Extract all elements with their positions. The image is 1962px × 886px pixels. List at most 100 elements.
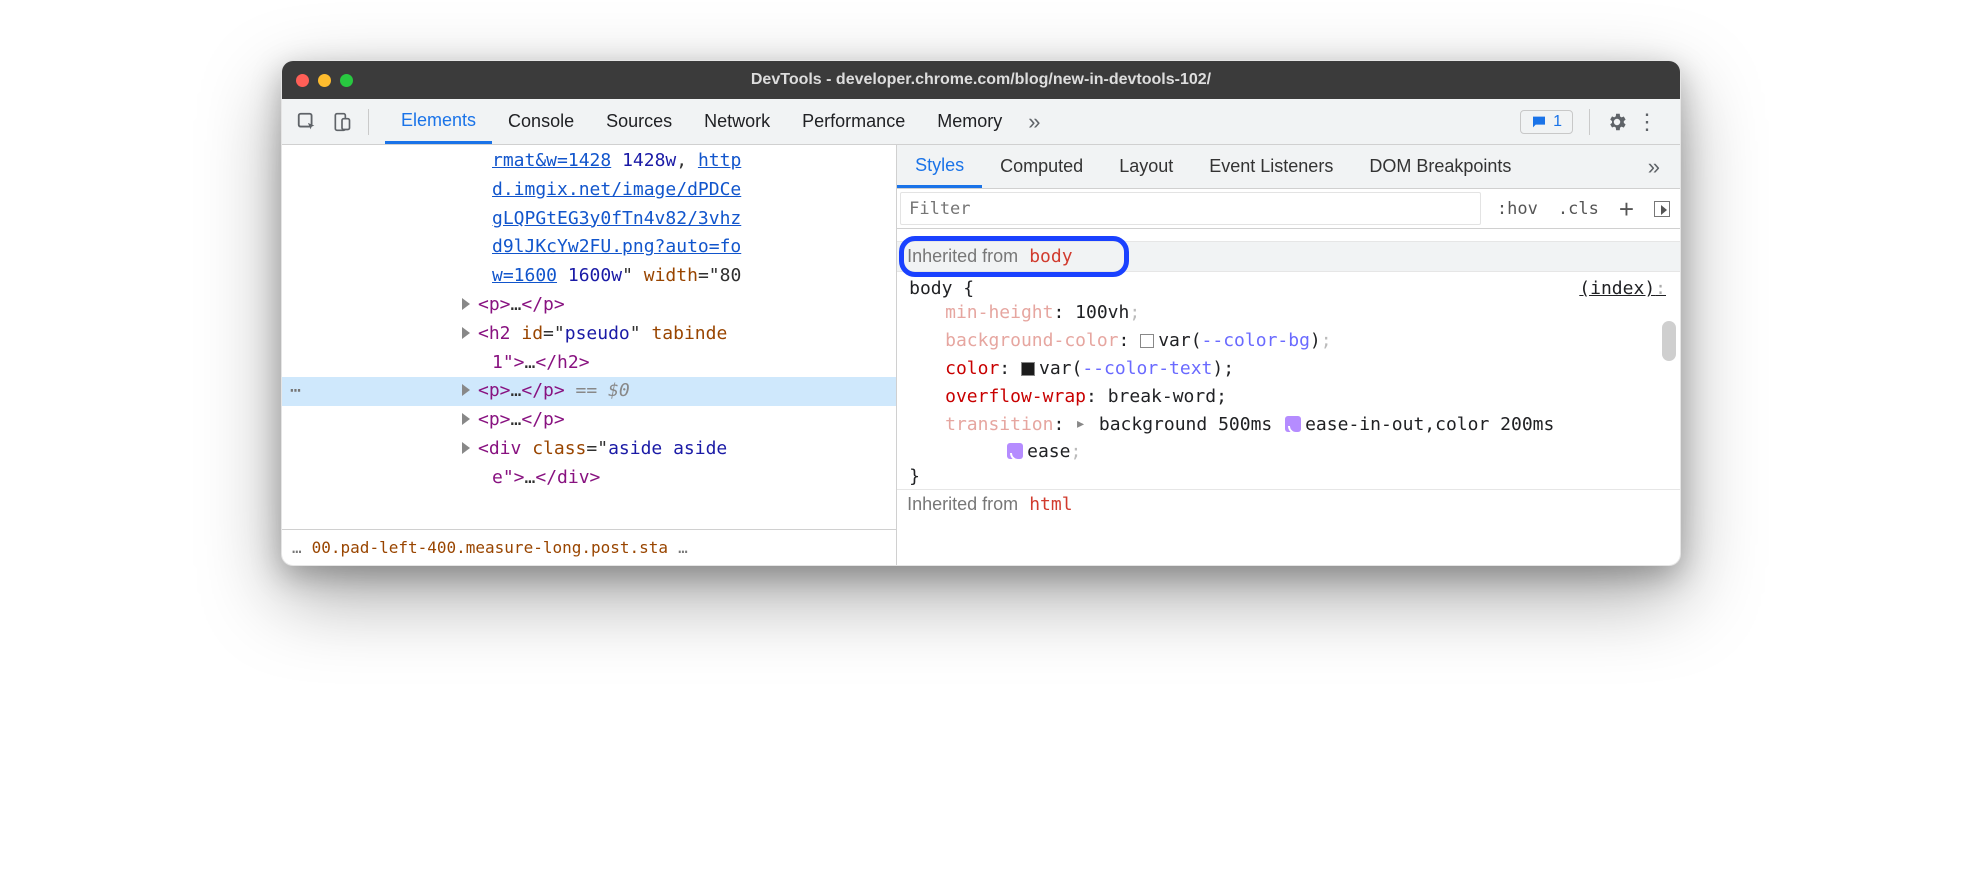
inspect-element-icon[interactable]	[296, 111, 318, 133]
css-rule: (index): body { min-height: 100vh; backg…	[897, 272, 1680, 489]
attr-name: width	[644, 265, 698, 286]
tab-console[interactable]: Console	[492, 99, 590, 144]
dom-line[interactable]: d9lJKcYw2FU.png?auto=fo	[282, 233, 896, 262]
color-swatch-icon[interactable]	[1021, 362, 1035, 376]
settings-gear-icon[interactable]	[1606, 111, 1628, 133]
breadcrumb-overflow[interactable]: …	[678, 538, 688, 557]
expand-triangle-icon[interactable]	[462, 442, 470, 454]
source-link[interactable]: (index):	[1579, 278, 1666, 299]
subtab-event-listeners[interactable]: Event Listeners	[1191, 145, 1351, 188]
css-selector[interactable]: body	[909, 278, 952, 299]
separator	[368, 109, 369, 135]
zoom-window-button[interactable]	[340, 74, 353, 87]
dom-tree-pane: rmat&w=1428 1428w, http d.imgix.net/imag…	[282, 145, 897, 565]
more-subtabs-chevron-icon[interactable]: »	[1648, 154, 1680, 180]
css-declaration[interactable]: overflow-wrap: break-word;	[909, 383, 1668, 411]
styles-pane: Styles Computed Layout Event Listeners D…	[897, 145, 1680, 565]
inherited-from-element[interactable]: body	[1029, 246, 1072, 267]
panel-icon	[1654, 201, 1670, 217]
dom-line[interactable]: 1">…</h2>	[282, 349, 896, 378]
url-fragment: rmat&w=1428	[492, 150, 611, 171]
expand-triangle-icon[interactable]: ▸	[1075, 410, 1086, 438]
breadcrumb-item[interactable]: 00.pad-left-400.measure-long.post.sta	[312, 538, 668, 557]
toggle-hov-button[interactable]: :hov	[1487, 189, 1548, 228]
dom-line[interactable]: d.imgix.net/image/dPDCe	[282, 176, 896, 205]
css-property[interactable]: color	[945, 358, 999, 379]
css-property[interactable]: background-color	[945, 330, 1118, 351]
tab-performance[interactable]: Performance	[786, 99, 921, 144]
css-value[interactable]: background 500ms	[1099, 414, 1283, 435]
tab-sources[interactable]: Sources	[590, 99, 688, 144]
css-property[interactable]: transition	[945, 414, 1053, 435]
subtab-styles[interactable]: Styles	[897, 145, 982, 188]
sidebar-tablist: Styles Computed Layout Event Listeners D…	[897, 145, 1680, 189]
easing-swatch-icon[interactable]	[1007, 443, 1023, 459]
close-window-button[interactable]	[296, 74, 309, 87]
more-options-kebab-icon[interactable]: ⋮	[1628, 109, 1666, 135]
separator	[1589, 109, 1590, 135]
styles-filter-input[interactable]	[900, 192, 1481, 225]
dollar-zero: $0	[608, 380, 630, 401]
css-property[interactable]: min-height	[945, 302, 1053, 323]
inherited-from-element[interactable]: html	[1029, 494, 1072, 515]
window-title: DevTools - developer.chrome.com/blog/new…	[282, 71, 1680, 89]
expand-triangle-icon[interactable]	[462, 413, 470, 425]
minimize-window-button[interactable]	[318, 74, 331, 87]
subtab-layout[interactable]: Layout	[1101, 145, 1191, 188]
titlebar: DevTools - developer.chrome.com/blog/new…	[282, 61, 1680, 99]
easing-swatch-icon[interactable]	[1285, 416, 1301, 432]
dom-line[interactable]: gLQPGtEG3y0fTn4v82/3vhz	[282, 205, 896, 234]
subtab-computed[interactable]: Computed	[982, 145, 1101, 188]
dom-line[interactable]: e">…</div>	[282, 464, 896, 493]
css-declaration[interactable]: transition: ▸ background 500ms ease-in-o…	[909, 411, 1668, 439]
dom-node-div[interactable]: <div class="aside aside	[282, 435, 896, 464]
url-fragment: w=1600	[492, 265, 557, 286]
elements-panel: rmat&w=1428 1428w, http d.imgix.net/imag…	[282, 145, 1680, 565]
inherited-label: Inherited from	[907, 246, 1018, 266]
dom-line[interactable]: rmat&w=1428 1428w, http	[282, 147, 896, 176]
panel-tablist: Elements Console Sources Network Perform…	[282, 99, 1680, 145]
css-property[interactable]: overflow-wrap	[945, 386, 1086, 407]
css-declaration[interactable]: min-height: 100vh;	[909, 299, 1668, 327]
subtab-dom-breakpoints[interactable]: DOM Breakpoints	[1351, 145, 1529, 188]
inherited-from-header[interactable]: Inherited from body	[897, 241, 1680, 272]
more-tabs-chevron-icon[interactable]: »	[1018, 109, 1050, 135]
tab-network[interactable]: Network	[688, 99, 786, 144]
breadcrumb-overflow[interactable]: …	[292, 538, 302, 557]
tab-elements[interactable]: Elements	[385, 99, 492, 144]
srcset-size: 1428w	[622, 150, 676, 171]
css-declaration[interactable]: background-color: var(--color-bg);	[909, 327, 1668, 355]
dom-tree[interactable]: rmat&w=1428 1428w, http d.imgix.net/imag…	[282, 145, 896, 529]
issues-badge[interactable]: 1	[1520, 110, 1573, 134]
inherited-from-header[interactable]: Inherited from html	[897, 489, 1680, 519]
dom-node-p[interactable]: <p>…</p>	[282, 406, 896, 435]
dom-line[interactable]: w=1600 1600w" width="80	[282, 262, 896, 291]
toggle-cls-button[interactable]: .cls	[1548, 189, 1609, 228]
new-style-rule-button[interactable]: +	[1609, 189, 1644, 228]
dom-node-p[interactable]: <p>…</p>	[282, 291, 896, 320]
tab-memory[interactable]: Memory	[921, 99, 1018, 144]
css-value[interactable]: 100vh	[1075, 302, 1129, 323]
css-declaration[interactable]: color: var(--color-text);	[909, 355, 1668, 383]
toggle-device-toolbar-icon[interactable]	[332, 111, 352, 133]
dom-node-h2[interactable]: <h2 id="pseudo" tabinde	[282, 320, 896, 349]
inherited-label: Inherited from	[907, 494, 1018, 514]
color-swatch-icon[interactable]	[1140, 334, 1154, 348]
css-var[interactable]: --color-text	[1082, 358, 1212, 379]
expand-triangle-icon[interactable]	[462, 298, 470, 310]
expand-triangle-icon[interactable]	[462, 327, 470, 339]
rendering-emulations-button[interactable]	[1644, 189, 1680, 228]
breadcrumbs[interactable]: … 00.pad-left-400.measure-long.post.sta …	[282, 529, 896, 565]
devtools-window: DevTools - developer.chrome.com/blog/new…	[281, 60, 1681, 566]
css-var[interactable]: --color-bg	[1202, 330, 1310, 351]
srcset-size: 1600w	[568, 265, 622, 286]
dom-node-selected[interactable]: <p>…</p> == $0	[282, 377, 896, 406]
window-controls	[296, 74, 353, 87]
styles-rules: Inherited from body (index): body { min-…	[897, 229, 1680, 565]
css-declaration-continuation[interactable]: ease;	[909, 438, 1668, 466]
url-fragment: http	[698, 150, 741, 171]
expand-triangle-icon[interactable]	[462, 384, 470, 396]
issues-count: 1	[1553, 113, 1562, 131]
css-value[interactable]: break-word	[1108, 386, 1216, 407]
styles-filterbar: :hov .cls +	[897, 189, 1680, 229]
